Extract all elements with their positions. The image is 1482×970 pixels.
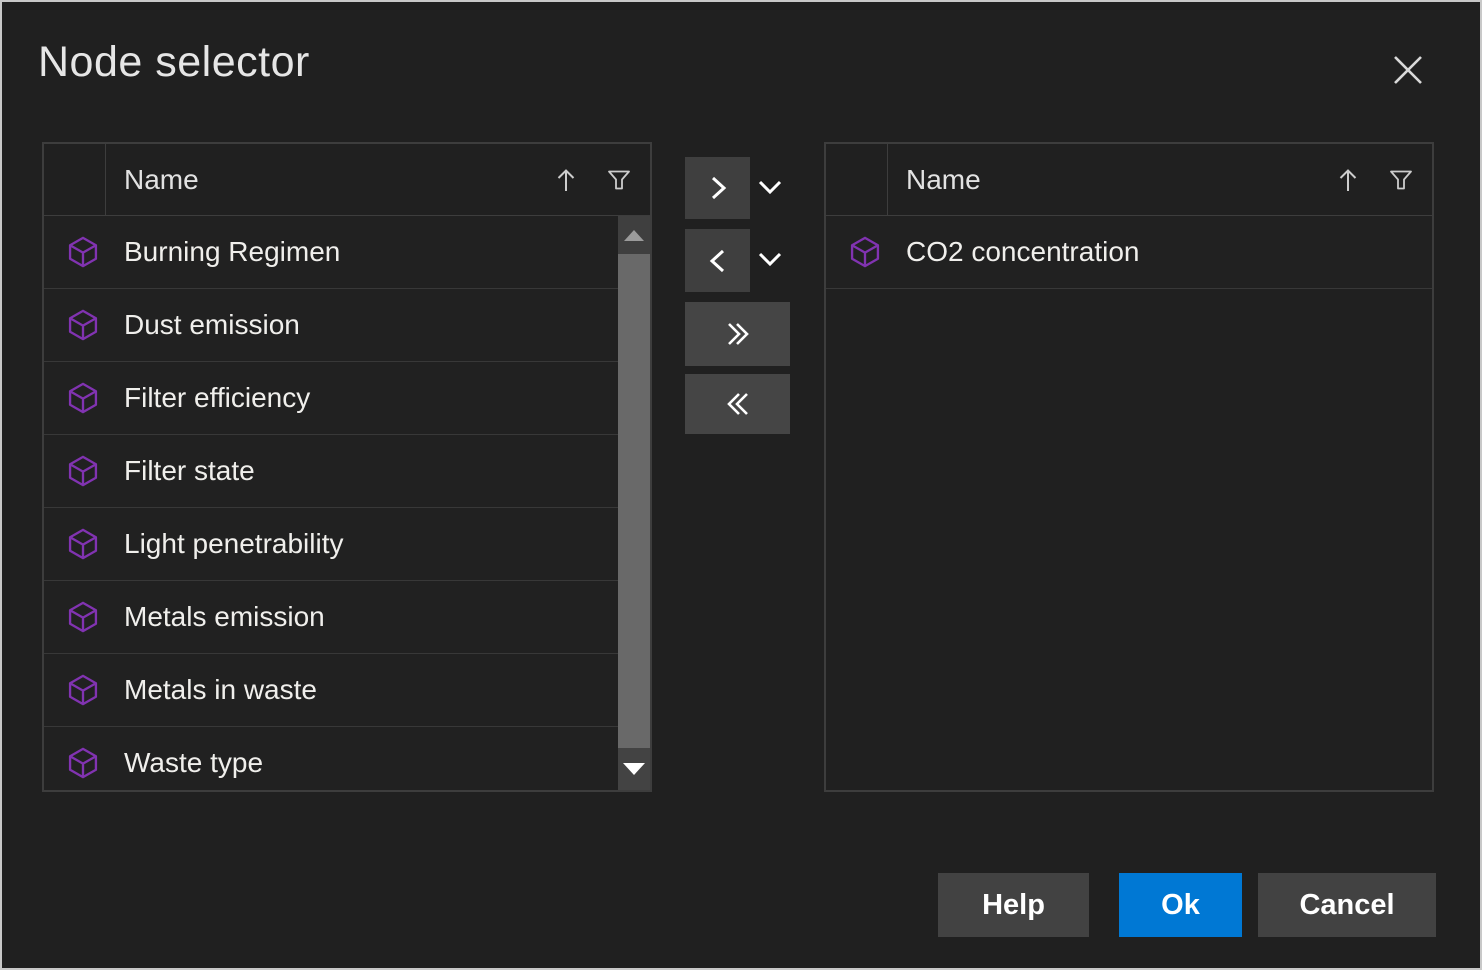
sort-ascending-icon[interactable] [1336,166,1360,194]
double-chevron-left-icon [720,387,756,421]
available-table-header: Name [44,144,650,216]
cancel-button[interactable]: Cancel [1258,873,1436,937]
selected-nodes-panel: Name CO2 concentration [824,142,1434,792]
ok-button[interactable]: Ok [1119,873,1242,937]
list-item-filter-state[interactable]: Filter state [44,435,618,508]
node-cube-icon [68,528,98,560]
icon-column-header [826,144,888,215]
chevron-right-icon [703,171,733,205]
list-item-label: Dust emission [124,309,300,341]
available-nodes-panel: Name Burning Regimen D [42,142,652,792]
list-item-metals-in-waste[interactable]: Metals in waste [44,654,618,727]
page-title: Node selector [38,38,310,87]
list-item-label: Metals emission [124,601,325,633]
list-item-label: CO2 concentration [906,236,1139,268]
list-item-filter-efficiency[interactable]: Filter efficiency [44,362,618,435]
move-left-button[interactable] [685,229,750,292]
node-cube-icon [68,455,98,487]
column-header-name[interactable]: Name [106,144,554,215]
node-selector-dialog: Node selector Name Burni [0,0,1482,970]
node-cube-icon [68,601,98,633]
scroll-up-button[interactable] [618,216,650,254]
move-right-button[interactable] [685,157,750,219]
list-item-waste-type[interactable]: Waste type [44,727,618,790]
list-item-label: Filter state [124,455,255,487]
list-item-label: Metals in waste [124,674,317,706]
node-cube-icon [68,309,98,341]
node-cube-icon [68,674,98,706]
list-item-label: Light penetrability [124,528,343,560]
chevron-left-icon [703,244,733,278]
triangle-up-icon [624,230,644,241]
node-cube-icon [68,236,98,268]
filter-icon[interactable] [606,167,632,193]
chevron-down-icon [754,178,786,198]
available-list: Burning Regimen Dust emission Filter eff… [44,216,618,790]
list-item-label: Waste type [124,747,263,779]
move-all-left-button[interactable] [685,374,790,434]
node-cube-icon [68,747,98,779]
move-all-right-button[interactable] [685,302,790,366]
list-item-light-penetrability[interactable]: Light penetrability [44,508,618,581]
filter-icon[interactable] [1388,167,1414,193]
chevron-down-icon [754,250,786,270]
move-right-options-dropdown[interactable] [752,170,788,206]
sort-ascending-icon[interactable] [554,166,578,194]
scrollbar[interactable] [618,216,650,790]
list-item-metals-emission[interactable]: Metals emission [44,581,618,654]
list-item-label: Burning Regimen [124,236,340,268]
list-item-burning-regimen[interactable]: Burning Regimen [44,216,618,289]
move-left-options-dropdown[interactable] [752,242,788,278]
triangle-down-icon [623,763,645,775]
node-cube-icon [68,382,98,414]
help-button[interactable]: Help [938,873,1089,937]
double-chevron-right-icon [720,317,756,351]
icon-column-header [44,144,106,215]
list-item-label: Filter efficiency [124,382,310,414]
list-item-dust-emission[interactable]: Dust emission [44,289,618,362]
selected-table-header: Name [826,144,1432,216]
node-cube-icon [850,236,880,268]
column-header-name[interactable]: Name [888,144,1336,215]
scroll-down-button[interactable] [618,748,650,790]
selected-list: CO2 concentration [826,216,1432,790]
scrollbar-thumb[interactable] [618,254,650,750]
close-icon [1392,54,1424,86]
list-item-co2-concentration[interactable]: CO2 concentration [826,216,1432,289]
close-button[interactable] [1384,46,1432,94]
